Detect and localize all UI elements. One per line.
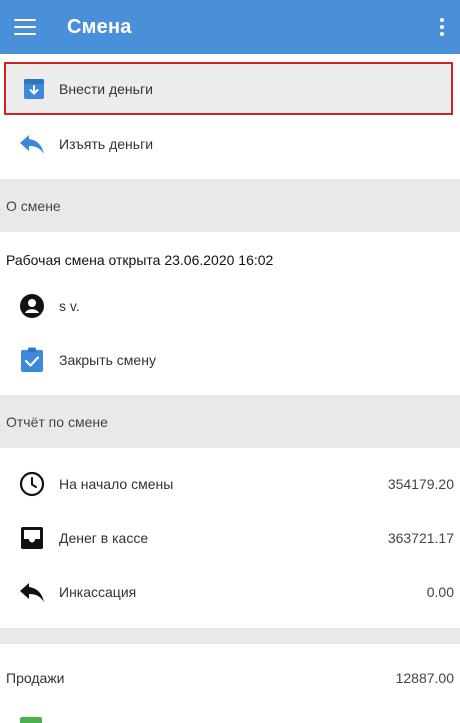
section-title: О смене	[6, 197, 61, 214]
report-label: Денег в кассе	[59, 530, 149, 546]
report-value: 0.00	[426, 584, 454, 600]
section-divider	[0, 628, 460, 644]
report-value: 363721.17	[387, 530, 454, 546]
withdraw-reply-icon	[19, 131, 45, 157]
app-bar: Смена	[0, 0, 460, 54]
sales-label: Продажи	[6, 670, 65, 686]
report-row-collection: Инкассация 0.00	[0, 565, 460, 619]
close-shift-button[interactable]: Закрыть смену	[0, 333, 460, 387]
reply-arrow-icon	[19, 579, 45, 605]
report-row-cash-in-register: Денег в кассе 363721.17	[0, 511, 460, 565]
inbox-tray-icon	[19, 525, 45, 551]
report-label: Инкассация	[59, 584, 137, 600]
report-label: На начало смены	[59, 476, 174, 492]
section-title: Отчёт по смене	[6, 413, 108, 430]
partial-icon	[20, 717, 42, 723]
section-header-report: Отчёт по смене	[0, 395, 460, 448]
report-row-shift-start: На начало смены 354179.20	[0, 457, 460, 511]
deposit-icon	[21, 76, 47, 102]
section-header-shift: О смене	[0, 179, 460, 232]
account-circle-icon	[19, 293, 45, 319]
sales-row: Продажи 12887.00	[0, 651, 460, 705]
clipboard-check-icon	[19, 347, 45, 373]
page-title: Смена	[67, 15, 132, 38]
shift-user-row: s v.	[0, 279, 460, 333]
more-vert-icon[interactable]	[440, 18, 444, 36]
close-shift-label: Закрыть смену	[59, 352, 156, 368]
shift-user-name: s v.	[59, 298, 80, 314]
deposit-money-label: Внести деньги	[59, 80, 153, 97]
clock-icon	[19, 471, 45, 497]
withdraw-money-button[interactable]: Изъять деньги	[0, 117, 460, 171]
sales-value: 12887.00	[395, 670, 454, 686]
hamburger-menu-icon[interactable]	[14, 19, 36, 35]
report-value: 354179.20	[387, 476, 454, 492]
withdraw-money-label: Изъять деньги	[59, 136, 154, 152]
deposit-money-button[interactable]: Внести деньги	[4, 62, 453, 115]
shift-status-text: Рабочая смена открыта 23.06.2020 16:02	[6, 252, 274, 268]
